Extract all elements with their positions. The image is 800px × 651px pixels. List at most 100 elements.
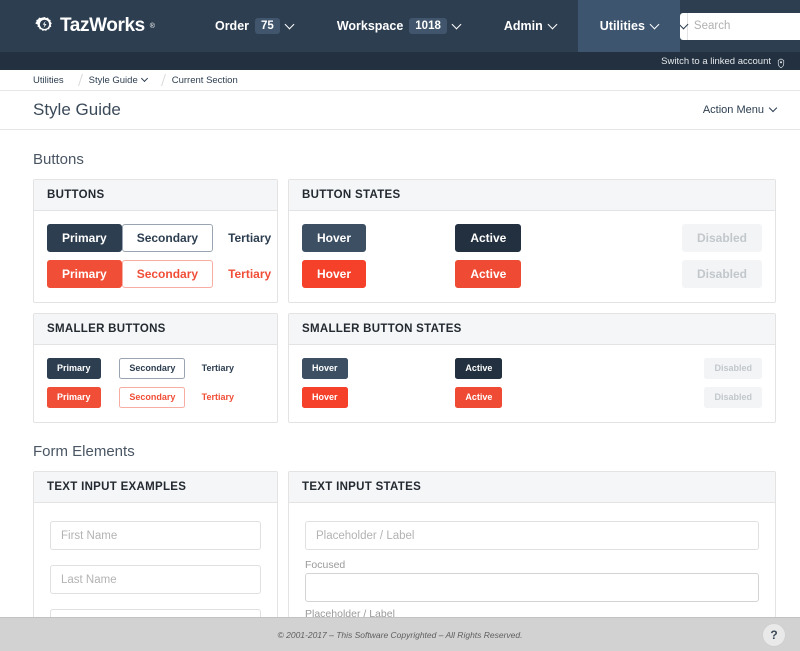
nav-item-workspace-label: Workspace	[337, 19, 403, 33]
nav-item-admin-label: Admin	[504, 19, 543, 33]
switch-linked-account-link[interactable]: Switch to a linked account	[661, 56, 771, 67]
nav-item-utilities[interactable]: Utilities	[578, 0, 680, 52]
nav-item-utilities-label: Utilities	[600, 19, 645, 33]
section-title-buttons: Buttons	[33, 151, 776, 168]
small-secondary-button-navy[interactable]: Secondary	[119, 358, 185, 379]
button-states-grid: Hover Active Disabled Hover Active Disab…	[302, 224, 762, 288]
main-content-scroll-area: Buttons BUTTONS Primary Secondary Tertia…	[0, 131, 800, 617]
gear-bolt-logo-icon	[34, 16, 55, 37]
button-states-panel-header: BUTTON STATES	[289, 180, 775, 211]
first-name-input[interactable]	[50, 521, 261, 550]
page-title: Style Guide	[33, 100, 121, 120]
small-secondary-button-red[interactable]: Secondary	[119, 387, 185, 408]
smaller-button-states-panel-header: SMALLER BUTTON STATES	[289, 314, 775, 345]
breadcrumb-item-style-guide-label: Style Guide	[89, 75, 138, 86]
text-input-states-panel-header: TEXT INPUT STATES	[289, 472, 775, 503]
nav-item-admin[interactable]: Admin	[482, 0, 578, 52]
breadcrumb: Utilities Style Guide Current Section	[0, 70, 800, 91]
copyright-text: © 2001-2017 – This Software Copyrighted …	[277, 630, 522, 640]
small-disabled-button-navy: Disabled	[704, 358, 762, 379]
search-box	[680, 13, 800, 40]
hover-button-red[interactable]: Hover	[302, 260, 366, 288]
button-states-panel-body: Hover Active Disabled Hover Active Disab…	[289, 211, 775, 302]
small-hover-button-navy[interactable]: Hover	[302, 358, 348, 379]
small-active-button-red[interactable]: Active	[455, 387, 502, 408]
small-primary-button-navy[interactable]: Primary	[47, 358, 101, 379]
smaller-button-states-grid: Hover Active Disabled Hover Active Disab…	[302, 358, 762, 408]
primary-button-red[interactable]: Primary	[47, 260, 122, 288]
nav-item-order-label: Order	[215, 19, 249, 33]
breadcrumb-item-current-section-label: Current Section	[172, 75, 238, 86]
smaller-button-states-panel-body: Hover Active Disabled Hover Active Disab…	[289, 345, 775, 422]
buttons-panel-header: BUTTONS	[34, 180, 277, 211]
help-button[interactable]: ?	[762, 623, 786, 647]
breadcrumb-item-utilities-label: Utilities	[33, 75, 64, 86]
chevron-down-icon	[451, 19, 461, 29]
top-nav-right	[680, 0, 800, 52]
linked-account-icon[interactable]	[776, 56, 786, 67]
breadcrumb-item-current-section[interactable]: Current Section	[172, 75, 238, 86]
page-header: Style Guide Action Menu	[0, 91, 800, 130]
main-content: Buttons BUTTONS Primary Secondary Tertia…	[0, 151, 800, 617]
action-menu-label: Action Menu	[703, 104, 764, 116]
breadcrumb-item-utilities[interactable]: Utilities	[33, 75, 64, 86]
small-primary-button-red[interactable]: Primary	[47, 387, 101, 408]
text-input-examples-panel: TEXT INPUT EXAMPLES	[33, 471, 278, 617]
small-disabled-button-red: Disabled	[704, 387, 762, 408]
brand-logo[interactable]: TazWorks ®	[0, 0, 155, 52]
page-footer: © 2001-2017 – This Software Copyrighted …	[0, 617, 800, 651]
disabled-button-red: Disabled	[682, 260, 762, 288]
tertiary-button-red[interactable]: Tertiary	[213, 260, 286, 288]
breadcrumb-separator	[73, 72, 80, 88]
disabled-button-navy: Disabled	[682, 224, 762, 252]
brand-name: TazWorks	[60, 15, 145, 37]
nav-item-workspace-badge: 1018	[409, 18, 447, 34]
search-scope-dropdown[interactable]	[680, 13, 688, 40]
smaller-buttons-panel-body: Primary Secondary Tertiary Primary Secon…	[34, 345, 277, 422]
search-input[interactable]	[688, 13, 800, 40]
button-states-panel: BUTTON STATES Hover Active Disabled Hove…	[288, 179, 776, 303]
form-panel-row: TEXT INPUT EXAMPLES	[33, 471, 776, 617]
chevron-down-icon	[649, 19, 659, 29]
section-title-form-elements: Form Elements	[33, 443, 776, 460]
nav-item-workspace[interactable]: Workspace 1018	[315, 0, 482, 52]
text-input-states-panel-body: Focused Placeholder / Label Phone* Requi…	[289, 503, 775, 617]
small-hover-button-red[interactable]: Hover	[302, 387, 348, 408]
text-input-examples-panel-body	[34, 503, 277, 617]
brand-trademark: ®	[150, 23, 155, 30]
small-active-button-navy[interactable]: Active	[455, 358, 502, 379]
text-input-states-panel: TEXT INPUT STATES Focused Placeholder / …	[288, 471, 776, 617]
placeholder-label-input[interactable]	[305, 521, 759, 550]
with-data-field-label: Placeholder / Label	[305, 608, 759, 617]
small-tertiary-button-red[interactable]: Tertiary	[192, 387, 244, 408]
breadcrumb-item-style-guide[interactable]: Style Guide	[89, 75, 147, 86]
nav-item-order[interactable]: Order 75	[193, 0, 315, 52]
small-tertiary-button-navy[interactable]: Tertiary	[192, 358, 244, 379]
secondary-button-navy[interactable]: Secondary	[122, 224, 213, 252]
buttons-panel: BUTTONS Primary Secondary Tertiary Prima…	[33, 179, 278, 303]
action-menu-button[interactable]: Action Menu	[703, 104, 776, 116]
secondary-button-red[interactable]: Secondary	[122, 260, 213, 288]
focused-input[interactable]	[305, 573, 759, 602]
chevron-down-icon	[141, 75, 148, 82]
focused-field-label: Focused	[305, 559, 759, 571]
primary-button-navy[interactable]: Primary	[47, 224, 122, 252]
breadcrumb-separator	[156, 72, 163, 88]
buttons-grid: Primary Secondary Tertiary Primary Secon…	[47, 224, 264, 288]
text-input-examples-panel-header: TEXT INPUT EXAMPLES	[34, 472, 277, 503]
style-guide-page: TazWorks ® Order 75 Workspace 1018 Admin…	[0, 0, 800, 651]
chevron-down-icon	[769, 104, 777, 112]
tertiary-button-navy[interactable]: Tertiary	[213, 224, 286, 252]
smaller-buttons-panel-header: SMALLER BUTTONS	[34, 314, 277, 345]
smaller-button-states-panel: SMALLER BUTTON STATES Hover Active Disab…	[288, 313, 776, 423]
nav-item-order-badge: 75	[255, 18, 280, 34]
smaller-buttons-grid: Primary Secondary Tertiary Primary Secon…	[47, 358, 264, 408]
active-button-red[interactable]: Active	[455, 260, 521, 288]
active-button-navy[interactable]: Active	[455, 224, 521, 252]
last-name-input[interactable]	[50, 565, 261, 594]
top-navigation-bar: TazWorks ® Order 75 Workspace 1018 Admin…	[0, 0, 800, 52]
buttons-panel-row: BUTTONS Primary Secondary Tertiary Prima…	[33, 179, 776, 303]
hover-button-navy[interactable]: Hover	[302, 224, 366, 252]
email-input[interactable]	[50, 609, 261, 617]
linked-account-bar: Switch to a linked account	[0, 52, 800, 70]
